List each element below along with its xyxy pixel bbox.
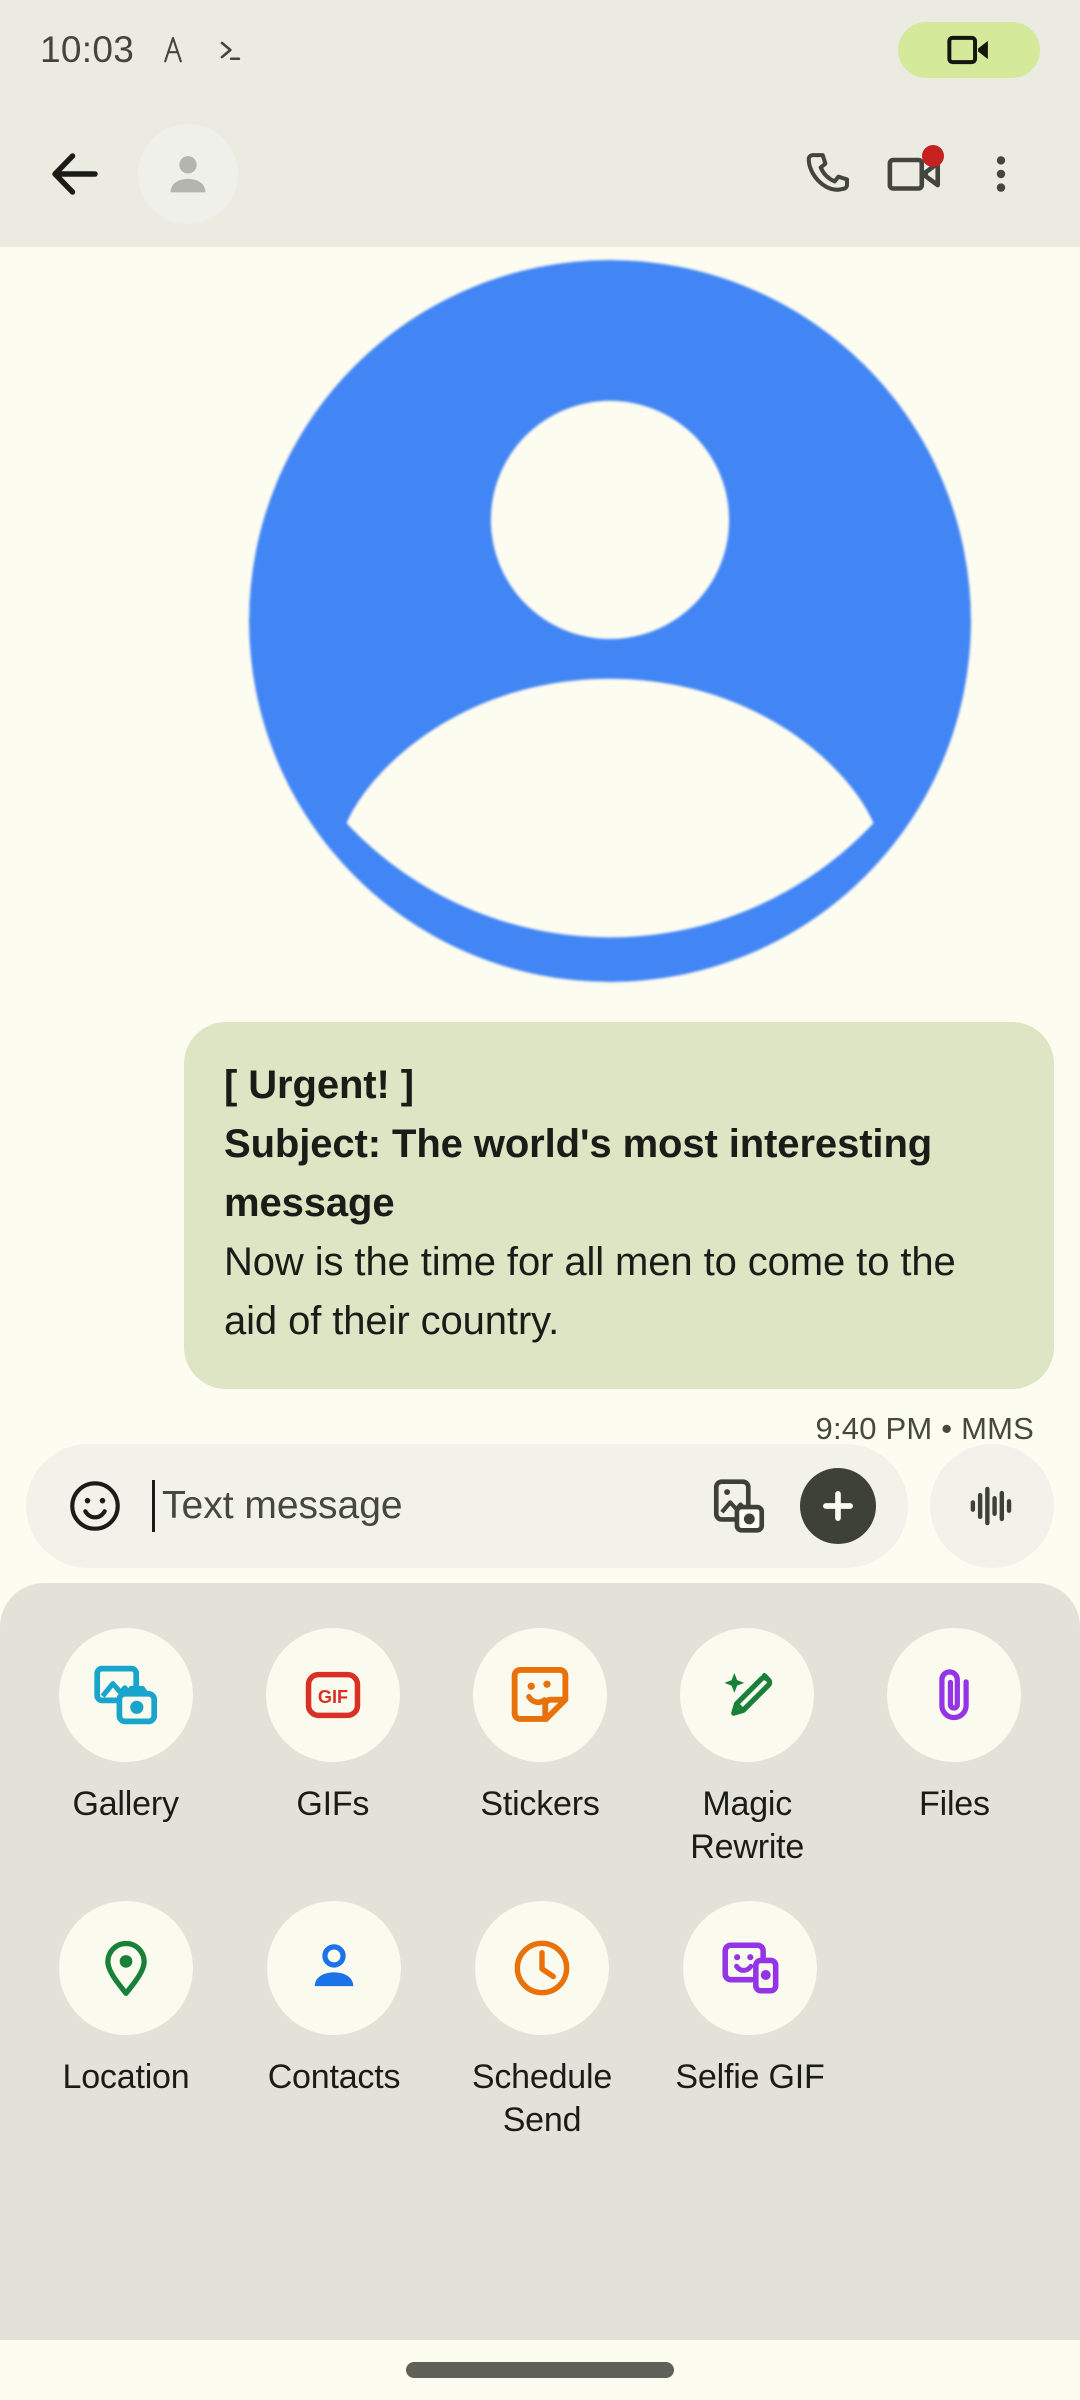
selfie-gif-icon	[722, 1942, 779, 1994]
call-button[interactable]	[786, 131, 872, 217]
attachment-row-2: Location Contacts Schedule Send Selfie G…	[0, 1901, 1080, 2142]
paperclip-icon	[939, 1669, 970, 1721]
home-gesture-pill[interactable]	[406, 2362, 674, 2378]
attachment-contacts[interactable]: Contacts	[230, 1901, 438, 2142]
gallery-icon	[93, 1665, 157, 1725]
attachment-gallery[interactable]: Gallery	[22, 1628, 229, 1869]
attachment-label: Schedule Send	[471, 2058, 613, 2139]
plus-icon	[823, 1491, 853, 1521]
attachment-label: Files	[919, 1785, 990, 1823]
clock-icon	[514, 1940, 570, 1996]
magic-pencil-icon	[724, 1673, 773, 1716]
top-app-bar	[0, 100, 1080, 247]
attachment-label: Selfie GIF	[675, 2058, 825, 2096]
emoji-smiley-icon	[70, 1481, 120, 1531]
attachment-selfie-gif[interactable]: Selfie GIF	[646, 1901, 854, 2142]
gif-icon: GIF	[305, 1671, 361, 1719]
attachment-label: Location	[62, 2058, 190, 2096]
attachment-icon-container	[887, 1628, 1022, 1762]
message-row: [ Urgent! ] Subject: The world's most in…	[0, 1022, 1080, 1447]
status-bar-clock: 10:03	[40, 29, 135, 70]
message-line-subject: Subject: The world's most interesting me…	[224, 1122, 933, 1225]
gallery-button[interactable]	[696, 1463, 782, 1549]
attachment-files[interactable]: Files	[851, 1628, 1058, 1869]
font-size-indicator-icon	[164, 36, 182, 63]
attachment-icon-container	[475, 1901, 609, 2035]
message-input[interactable]: Text message	[146, 1480, 678, 1532]
video-call-button[interactable]	[872, 131, 958, 217]
attachment-panel: Gallery GIF GIFs Stickers Magic Rewrite …	[0, 1583, 1080, 2340]
arrow-back-icon	[52, 152, 98, 195]
more-options-button[interactable]	[958, 131, 1044, 217]
screen-recording-chip[interactable]	[898, 22, 1040, 78]
person-icon	[170, 155, 206, 192]
attachment-gifs[interactable]: GIF GIFs	[229, 1628, 436, 1869]
attachment-icon-container	[680, 1628, 815, 1762]
terminal-icon	[220, 41, 241, 61]
attachment-row-1: Gallery GIF GIFs Stickers Magic Rewrite …	[0, 1628, 1080, 1869]
status-bar: 10:03	[0, 0, 1080, 100]
add-attachment-button[interactable]	[800, 1468, 876, 1544]
attachment-icon-container: GIF	[265, 1628, 400, 1762]
message-line-body: Now is the time for all men to come to t…	[224, 1240, 956, 1343]
attachment-label: Stickers	[480, 1785, 600, 1823]
message-line-urgent: [ Urgent! ]	[224, 1063, 414, 1107]
photo-camera-icon	[713, 1479, 765, 1533]
audio-waveform-icon	[970, 1486, 1012, 1526]
conversation-area: [ Urgent! ] Subject: The world's most in…	[0, 247, 1080, 1583]
attachment-icon-container	[58, 1628, 193, 1762]
phone-icon	[806, 152, 850, 192]
attachment-icon-container	[683, 1901, 817, 2035]
contact-person-icon	[314, 1944, 354, 1987]
system-navigation-bar	[0, 2340, 1080, 2400]
emoji-button[interactable]	[62, 1473, 128, 1539]
attachment-label: Contacts	[267, 2058, 401, 2096]
attachment-schedule-send[interactable]: Schedule Send	[438, 1901, 646, 2142]
text-cursor	[152, 1480, 155, 1532]
attachment-icon-container	[59, 1901, 193, 2035]
video-call-badge	[922, 144, 944, 167]
attachment-icon-container	[267, 1901, 401, 2035]
message-bubble[interactable]: [ Urgent! ] Subject: The world's most in…	[184, 1022, 1054, 1389]
voice-message-button[interactable]	[930, 1444, 1054, 1568]
contact-avatar[interactable]	[138, 123, 238, 224]
back-button[interactable]	[40, 139, 110, 209]
status-bar-left: 10:03	[40, 29, 246, 71]
large-contact-avatar[interactable]	[249, 260, 971, 982]
compose-bar: Text message	[0, 1441, 1080, 1571]
attachment-magic-rewrite[interactable]: Magic Rewrite	[644, 1628, 851, 1869]
attachment-location[interactable]: Location	[22, 1901, 230, 2142]
message-input-container[interactable]: Text message	[26, 1444, 908, 1568]
attachment-label: Gallery	[72, 1785, 179, 1823]
videocam-icon	[947, 35, 988, 65]
attachment-stickers[interactable]: Stickers	[436, 1628, 643, 1869]
attachment-label: GIFs	[296, 1785, 370, 1823]
attachment-label: Magic Rewrite	[690, 1785, 805, 1866]
attachment-icon-container	[473, 1628, 607, 1762]
sticker-icon	[511, 1667, 569, 1722]
location-pin-icon	[105, 1940, 147, 1996]
svg-text:GIF: GIF	[318, 1687, 348, 1707]
overflow-menu-icon	[996, 155, 1006, 192]
